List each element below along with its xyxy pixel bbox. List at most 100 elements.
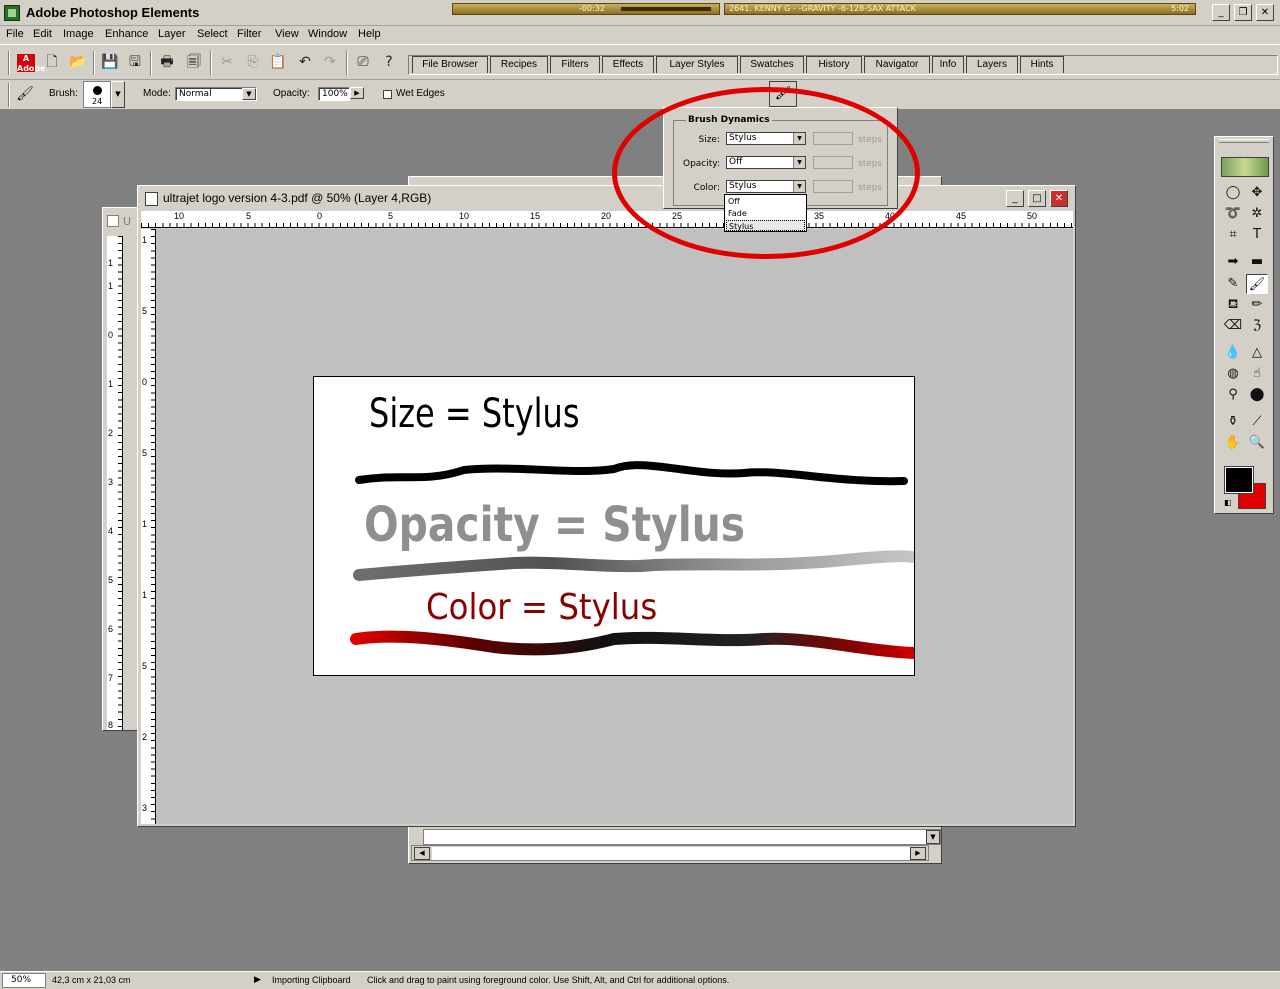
menu-image[interactable]: Image [63,28,94,40]
marquee-tool-icon[interactable]: ◯ [1222,183,1244,203]
help-icon[interactable]: ? [380,53,398,71]
menu-enhance[interactable]: Enhance [105,28,148,40]
tab-recipes[interactable]: Recipes [490,56,548,73]
tab-file-browser[interactable]: File Browser [412,56,488,73]
tab-history[interactable]: History [806,56,862,73]
background-document-window[interactable]: U 1 1 0 1 2 3 4 5 6 7 8 [102,207,142,731]
new-file-icon[interactable]: 🗋 [43,53,61,71]
smudge-tool-icon[interactable]: ☝ [1246,364,1268,384]
brush-tool-icon[interactable]: 🖌 [1246,274,1268,294]
menu-edit[interactable]: Edit [33,28,52,40]
menu-window[interactable]: Window [308,28,347,40]
horizontal-ruler: 10 5 0 5 10 15 20 25 30 35 40 45 50 [141,211,1073,228]
menu-select[interactable]: Select [197,28,228,40]
document-maximize-button[interactable]: □ [1028,190,1046,207]
type-tool-icon[interactable]: T [1246,225,1268,245]
horizontal-scrollbar[interactable]: ◀ ▶ [411,845,929,861]
impressionist-brush-icon[interactable]: ℨ [1246,316,1268,336]
paint-bucket-icon[interactable]: ⛾ [1222,295,1244,315]
save-icon[interactable]: 💾 [101,53,119,71]
document-minimize-button[interactable]: _ [1006,190,1024,207]
menu-layer[interactable]: Layer [158,28,186,40]
move-tool-icon[interactable]: ✥ [1246,183,1268,203]
foreground-color-swatch[interactable] [1224,466,1254,494]
dodge-tool-icon[interactable]: ⚲ [1222,385,1244,405]
default-colors-icon[interactable]: ◧ [1224,498,1233,507]
cut-icon[interactable]: ✂ [218,53,236,71]
tab-hints[interactable]: Hints [1020,56,1064,73]
brush-tool-preset-icon[interactable]: 🖌 [16,85,34,103]
media-player-seekbar[interactable]: -00:32 [452,3,720,15]
status-menu-arrow-icon[interactable]: ▶ [254,973,266,988]
sponge-tool-icon[interactable]: ◍ [1222,364,1244,384]
step-backward-icon[interactable]: ⎚ [354,53,372,71]
menu-filter[interactable]: Filter [237,28,261,40]
mode-select[interactable]: Normal ▼ [175,87,257,101]
eraser-tool-icon[interactable]: ⌫ [1222,316,1244,336]
toolbar-separator [93,51,95,75]
tab-swatches[interactable]: Swatches [740,56,804,73]
shape-select-icon[interactable]: ➡ [1222,252,1244,272]
menu-help[interactable]: Help [358,28,381,40]
scroll-down-arrow[interactable]: ▼ [926,830,940,844]
document-title-bar[interactable]: ultrajet logo version 4-3.pdf @ 50% (Lay… [141,188,1073,210]
opacity-slider-arrow[interactable]: ▶ [350,87,364,99]
wet-edges-checkbox[interactable] [383,90,392,99]
zoom-input[interactable]: 50% [2,973,46,988]
red-circle-annotation [612,87,920,259]
close-button[interactable]: ✕ [1256,4,1274,21]
tab-navigator[interactable]: Navigator [864,56,930,73]
brush-size: 24 [92,97,103,106]
menu-view[interactable]: View [275,28,299,40]
document-close-button[interactable]: ✕ [1050,190,1068,207]
print-preview-icon[interactable]: 🗐 [185,53,203,71]
tab-layer-styles[interactable]: Layer Styles [656,56,738,73]
hand-tool-icon[interactable]: ✋ [1222,433,1244,453]
open-folder-icon[interactable]: 📂 [69,53,87,71]
zoom-tool-icon[interactable]: 🔍 [1246,433,1268,453]
scroll-left-arrow[interactable]: ◀ [414,847,430,860]
print-icon[interactable]: 🖶 [158,53,176,71]
tab-filters[interactable]: Filters [550,56,600,73]
document-icon [145,192,158,206]
adobe-eye-logo-icon[interactable] [1221,157,1269,177]
lasso-tool-icon[interactable]: ➰ [1222,204,1244,224]
save-for-web-icon[interactable]: 🖫 [126,53,144,71]
sharpen-tool-icon[interactable]: △ [1246,343,1268,363]
clone-stamp-icon[interactable]: ⚱ [1222,412,1244,432]
eyedropper-icon[interactable]: ⟋ [1246,412,1268,432]
undo-icon[interactable]: ↶ [296,53,314,71]
gradient-tool-icon[interactable]: ▬ [1246,252,1268,272]
adobe-online-icon[interactable]: A Adobe [17,54,46,73]
menu-file[interactable]: File [6,28,24,40]
tab-layers[interactable]: Layers [966,56,1018,73]
scroll-right-arrow[interactable]: ▶ [910,847,926,860]
toolbox: ◯ ✥ ➰ ✲ ⌗ T ➡ ▬ ✎ 🖌 ⛾ ✏ ⌫ ℨ 💧 △ ◍ ☝ ⚲ ⬤ … [1214,136,1274,514]
minimize-button[interactable]: _ [1212,4,1230,21]
tab-effects[interactable]: Effects [602,56,654,73]
blur-tool-icon[interactable]: 💧 [1222,343,1244,363]
copy-icon[interactable]: ⎘ [244,53,262,71]
pencil-tool-icon[interactable]: ✏ [1246,295,1268,315]
magic-wand-icon[interactable]: ✲ [1246,204,1268,224]
background-vertical-ruler: 1 1 0 1 2 3 4 5 6 7 8 [107,236,123,730]
redo-icon[interactable]: ↷ [321,53,339,71]
red-eye-brush-icon[interactable]: ✎ [1222,274,1244,294]
image-canvas[interactable]: Size = Stylus Opacity = Stylus Color = S… [313,376,920,676]
photoshop-elements-icon [4,5,20,21]
brush-preview[interactable]: 24 [83,81,111,108]
brush-dropdown-arrow[interactable]: ▼ [111,81,125,108]
media-progress[interactable] [621,7,711,11]
toolbox-grip[interactable] [1219,139,1269,143]
media-track-name: 2641. KENNY G - -GRAVITY -6-128-SAX ATTA… [729,4,916,13]
tab-info[interactable]: Info [932,56,964,73]
chevron-down-icon[interactable]: ▼ [242,88,256,100]
paste-icon[interactable]: 📋 [269,53,287,71]
mode-label: Mode: [143,88,171,99]
crop-tool-icon[interactable]: ⌗ [1222,225,1244,245]
opacity-input[interactable]: 100% [318,87,350,101]
burn-tool-icon[interactable]: ⬤ [1246,385,1268,405]
scroll-track[interactable] [432,847,912,860]
toolbar-separator [210,51,212,75]
restore-button[interactable]: ❐ [1234,4,1252,21]
